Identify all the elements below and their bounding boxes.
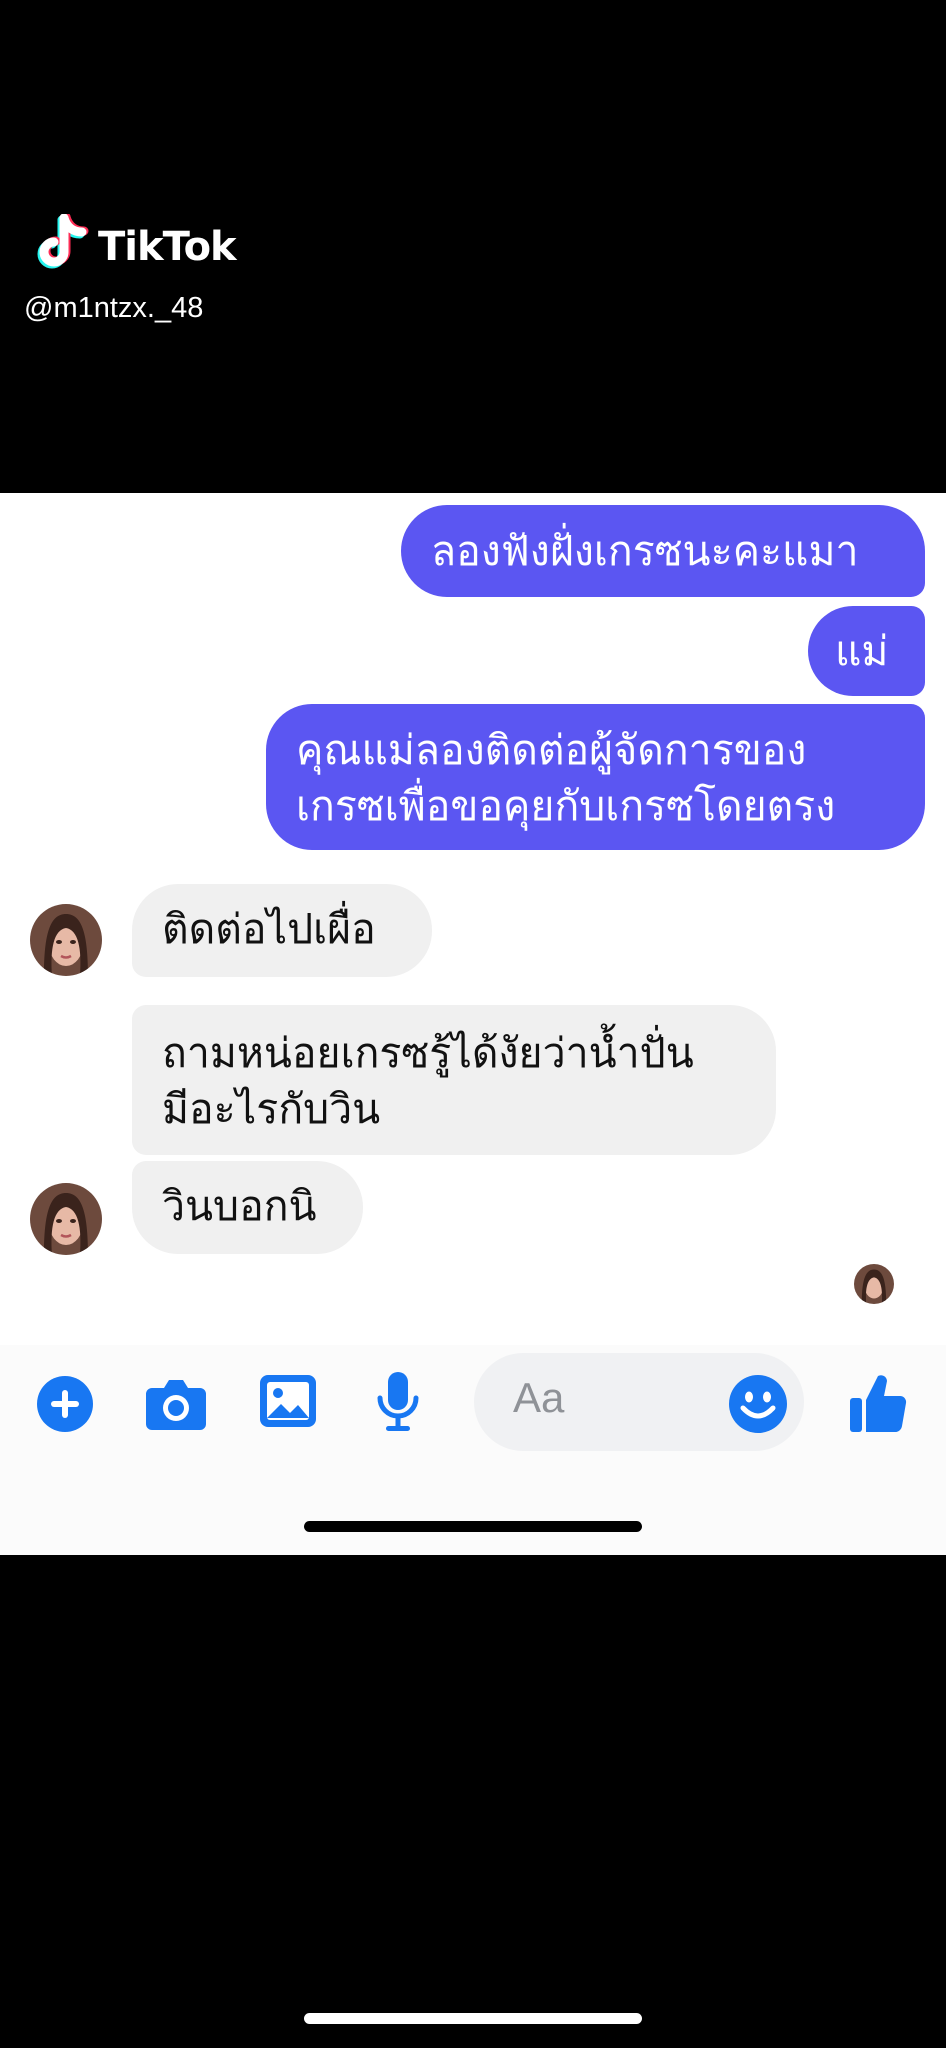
tiktok-brand: TikTok	[98, 224, 237, 270]
message-text: คุณแม่ลองติดต่อผู้จัดการของ	[296, 726, 807, 774]
message-bubble-outgoing[interactable]: แม่	[808, 606, 925, 696]
message-text: ถามหน่อยเกรซรู้ได้งัยว่าน้ำปั่น	[162, 1029, 694, 1077]
message-text: แม่	[835, 627, 889, 675]
avatar-photo-icon	[30, 1183, 102, 1255]
emoji-icon[interactable]	[728, 1374, 788, 1434]
message-bubble-outgoing[interactable]: ลองฟังฝั่งเกรซนะคะแมา	[401, 505, 925, 597]
camera-icon[interactable]	[144, 1374, 208, 1432]
read-receipt-avatar	[854, 1264, 894, 1304]
contact-avatar[interactable]	[30, 1183, 102, 1255]
tiktok-username: @m1ntzx._48	[24, 292, 204, 324]
message-text: ลองฟังฝั่งเกรซนะคะแมา	[431, 527, 859, 575]
message-bubble-outgoing[interactable]: คุณแม่ลองติดต่อผู้จัดการของ เกรซเพื่อขอค…	[266, 704, 925, 850]
avatar-photo-icon	[854, 1264, 894, 1304]
image-icon[interactable]	[258, 1372, 318, 1430]
message-bubble-incoming[interactable]: ถามหน่อยเกรซรู้ได้งัยว่าน้ำปั่น มีอะไรกั…	[132, 1005, 776, 1155]
mic-icon[interactable]	[374, 1370, 422, 1434]
plus-icon[interactable]	[36, 1375, 94, 1433]
message-text: ติดต่อไปเผื่อ	[162, 905, 376, 953]
message-bubble-incoming[interactable]: วินบอกนิ	[132, 1161, 363, 1254]
message-text: วินบอกนิ	[162, 1182, 317, 1230]
message-text: มีอะไรกับวิน	[162, 1085, 381, 1133]
thumbs-up-icon[interactable]	[848, 1370, 908, 1434]
message-text: เกรซเพื่อขอคุยกับเกรซโดยตรง	[296, 782, 836, 830]
message-bubble-incoming[interactable]: ติดต่อไปเผื่อ	[132, 884, 432, 977]
home-indicator	[304, 1521, 642, 1532]
contact-avatar[interactable]	[30, 904, 102, 976]
message-input-placeholder: Aa	[513, 1374, 565, 1421]
tiktok-note-icon	[37, 214, 89, 269]
home-indicator	[304, 2013, 642, 2024]
avatar-photo-icon	[30, 904, 102, 976]
